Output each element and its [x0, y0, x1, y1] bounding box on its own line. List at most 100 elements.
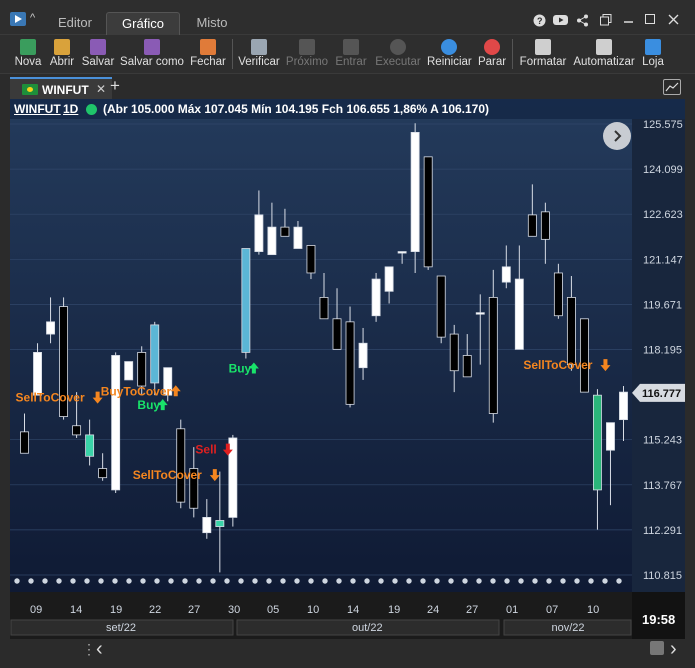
session-dot [196, 578, 202, 584]
scroll-right-icon[interactable]: › [670, 638, 677, 661]
share-icon[interactable] [576, 14, 589, 30]
price-tick-label: 124.099 [643, 164, 683, 176]
session-dot [462, 578, 468, 584]
session-dot [420, 578, 426, 584]
session-dot [168, 578, 174, 584]
scrollbar-thumb[interactable] [650, 641, 664, 655]
month-label: out/22 [352, 622, 383, 634]
price-tick-label: 125.575 [643, 119, 683, 131]
session-dot [28, 578, 34, 584]
session-dot [378, 578, 384, 584]
session-dot [98, 578, 104, 584]
restore-icon[interactable] [600, 14, 612, 29]
candle-body [606, 422, 615, 451]
session-dot [126, 578, 132, 584]
execute-button[interactable]: Executar [373, 35, 423, 73]
automate-button[interactable]: Automatizar [572, 35, 636, 73]
candle-body [111, 355, 121, 491]
candle-body [566, 297, 576, 366]
more-icon[interactable]: ⋮ [82, 641, 96, 658]
session-dot [532, 578, 538, 584]
price-tick-label: 110.815 [643, 570, 682, 582]
new-button[interactable]: Nova [10, 35, 46, 73]
add-tab-button[interactable]: + [110, 76, 120, 96]
close-tab-icon[interactable]: ✕ [96, 82, 106, 96]
tab-misto[interactable]: Misto [182, 12, 242, 34]
signal-label: Sell [195, 443, 216, 457]
format-button[interactable]: Formatar [517, 35, 569, 73]
session-dot [42, 578, 48, 584]
save-button[interactable]: Salvar [79, 35, 117, 73]
candle-body [527, 214, 537, 237]
candle-body [488, 297, 498, 414]
brazil-flag-icon [22, 84, 38, 95]
date-tick-label: 05 [267, 604, 279, 616]
close-file-button[interactable]: Fechar [188, 35, 228, 73]
close-icon[interactable] [668, 14, 679, 28]
chart-area[interactable]: WINFUT 1D (Abr 105.000 Máx 107.045 Mín 1… [10, 99, 685, 639]
stop-icon [484, 39, 500, 55]
next-button[interactable]: Próximo [284, 35, 330, 73]
candle-body [202, 517, 212, 534]
maximize-icon[interactable] [645, 14, 656, 28]
candle-body [280, 226, 290, 237]
session-dot [350, 578, 356, 584]
scroll-left-icon[interactable]: ‹ [96, 638, 103, 661]
app-logo-icon[interactable] [10, 12, 26, 26]
session-dot [210, 578, 216, 584]
price-tick-label: 113.767 [643, 480, 682, 492]
candle-body [553, 272, 563, 317]
candle-body [540, 211, 550, 240]
session-dot [140, 578, 146, 584]
candle-body [72, 425, 82, 436]
candle-body [462, 355, 472, 378]
enter-button[interactable]: Entrar [332, 35, 370, 73]
horizontal-scrollbar[interactable] [108, 642, 647, 654]
signal-down-arrow-icon [600, 359, 611, 372]
save-as-icon [144, 39, 160, 55]
verify-button[interactable]: Verificar [237, 35, 281, 73]
session-dot [448, 578, 454, 584]
restart-button[interactable]: Reiniciar [427, 35, 472, 73]
date-tick-label: 14 [70, 604, 82, 616]
store-button[interactable]: Loja [638, 35, 668, 73]
candle-body [579, 318, 589, 393]
date-tick-label: 24 [427, 604, 439, 616]
collapse-icon[interactable]: ^ [30, 12, 35, 24]
session-dot [602, 578, 608, 584]
session-dot [406, 578, 412, 584]
candle-body [137, 352, 147, 387]
new-icon [20, 39, 36, 55]
session-dot [224, 578, 230, 584]
candle-body [33, 352, 42, 396]
candle-body [345, 321, 355, 405]
tab-editor[interactable]: Editor [45, 12, 105, 34]
youtube-icon[interactable] [553, 14, 568, 29]
candle-body [619, 391, 628, 421]
restart-icon [441, 39, 457, 55]
candle-body [501, 266, 511, 283]
date-tick-label: 01 [506, 604, 518, 616]
candle-body [267, 226, 277, 256]
minimize-icon[interactable] [624, 14, 634, 29]
date-tick-label: 19 [110, 604, 122, 616]
chart-panel-icon[interactable] [663, 79, 681, 95]
candle-body [475, 312, 485, 315]
open-button[interactable]: Abrir [46, 35, 78, 73]
price-tick-label: 122.623 [643, 209, 683, 221]
tab-grafico[interactable]: Gráfico [106, 12, 180, 35]
scroll-right-button[interactable] [603, 122, 631, 150]
toolbar: Nova Abrir Salvar Salvar como Fechar Ver… [0, 35, 695, 74]
session-dot [504, 578, 510, 584]
candle-body [371, 278, 381, 317]
help-icon[interactable]: ? [533, 14, 546, 30]
candle-body [241, 248, 251, 353]
stop-button[interactable]: Parar [474, 35, 510, 73]
save-as-button[interactable]: Salvar como [120, 35, 184, 73]
session-dot [56, 578, 62, 584]
candlestick-chart[interactable]: 125.575 124.099 122.623 121.147 119.671 118.1… [10, 99, 685, 639]
month-label: set/22 [106, 622, 136, 634]
chart-tab-winfut[interactable]: WINFUT ✕ [10, 77, 112, 101]
store-icon [645, 39, 661, 55]
session-dot [280, 578, 286, 584]
